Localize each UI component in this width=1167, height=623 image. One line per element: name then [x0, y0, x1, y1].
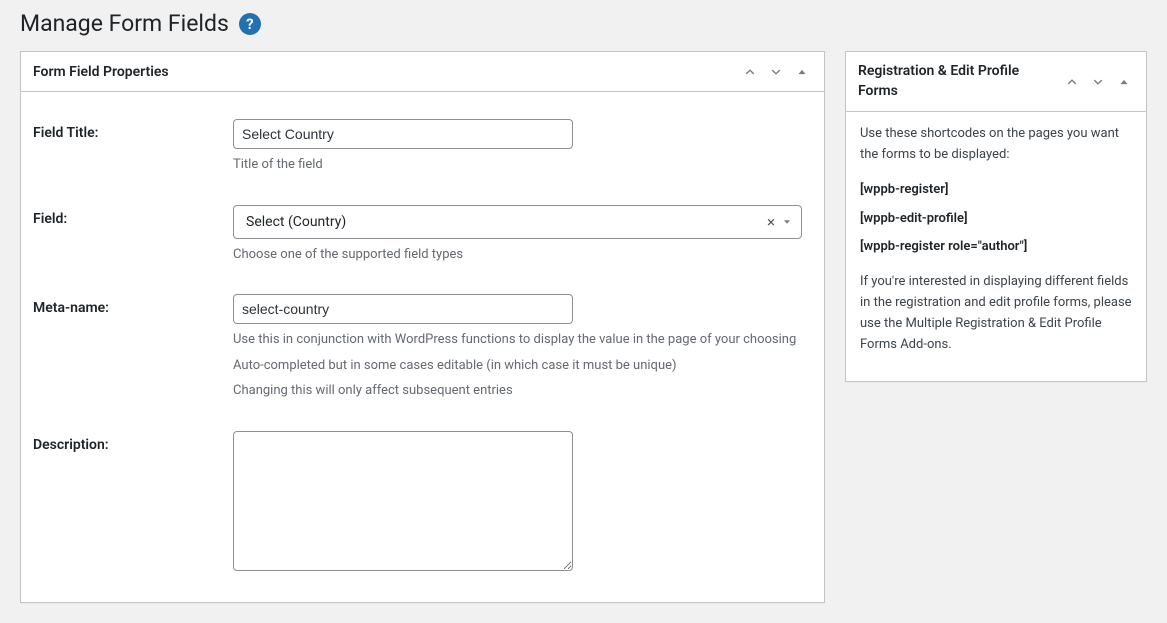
shortcode-list: [wppb-register] [wppb-edit-profile] [wpp…	[860, 180, 1132, 258]
side-panel-title: Registration & Edit Profile Forms	[846, 52, 1060, 111]
description-textarea[interactable]	[233, 431, 573, 571]
caret-up-icon	[1117, 75, 1131, 89]
side-outro-text: If you're interested in displaying diffe…	[860, 272, 1132, 355]
caret-up-icon	[795, 65, 809, 79]
meta-name-input[interactable]	[233, 294, 573, 324]
toggle-panel-button[interactable]	[790, 58, 814, 86]
side-order-down-button[interactable]	[1086, 68, 1110, 96]
shortcode-item: [wppb-edit-profile]	[860, 209, 1132, 230]
side-toggle-panel-button[interactable]	[1112, 68, 1136, 96]
caret-down-icon	[781, 216, 793, 228]
field-type-help: Choose one of the supported field types	[233, 245, 802, 265]
field-title-help: Title of the field	[233, 155, 802, 175]
field-type-value: Select (Country)	[246, 214, 346, 230]
order-up-button[interactable]	[738, 58, 762, 86]
field-title-input[interactable]	[233, 119, 573, 149]
meta-name-label: Meta-name:	[33, 279, 233, 416]
meta-name-help-1: Use this in conjunction with WordPress f…	[233, 330, 802, 350]
page-title-text: Manage Form Fields	[20, 10, 229, 37]
shortcode-item: [wppb-register role="author"]	[860, 237, 1132, 258]
side-order-up-button[interactable]	[1060, 68, 1084, 96]
shortcode-item: [wppb-register]	[860, 180, 1132, 201]
page-title: Manage Form Fields ?	[20, 10, 1147, 37]
description-label: Description:	[33, 416, 233, 590]
chevron-down-icon	[1091, 75, 1105, 89]
meta-name-help-2: Auto-completed but in some cases editabl…	[233, 356, 802, 376]
chevron-up-icon	[1065, 75, 1079, 89]
field-type-select[interactable]: Select (Country) ×	[233, 205, 802, 239]
help-icon[interactable]: ?	[239, 13, 261, 35]
field-type-label: Field:	[33, 190, 233, 280]
meta-name-help-3: Changing this will only affect subsequen…	[233, 381, 802, 401]
chevron-down-icon	[769, 65, 783, 79]
form-field-properties-panel: Form Field Properties	[20, 51, 825, 603]
panel-title: Form Field Properties	[21, 54, 738, 90]
chevron-up-icon	[743, 65, 757, 79]
clear-select-icon[interactable]: ×	[767, 213, 775, 231]
side-intro-text: Use these shortcodes on the pages you wa…	[860, 124, 1132, 166]
order-down-button[interactable]	[764, 58, 788, 86]
registration-forms-panel: Registration & Edit Profile Forms	[845, 51, 1147, 382]
field-title-label: Field Title:	[33, 104, 233, 190]
